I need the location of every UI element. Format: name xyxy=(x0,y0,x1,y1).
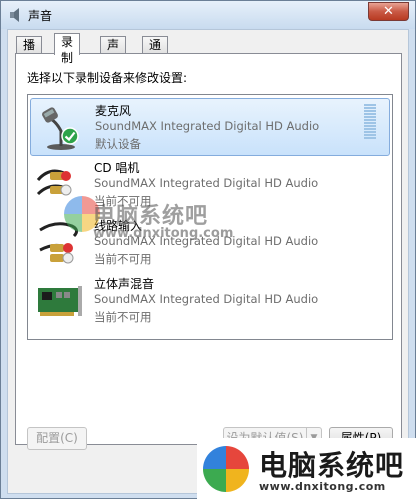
device-description: SoundMAX Integrated Digital HD Audio xyxy=(94,292,319,306)
brand-url: www.dnxitong.com xyxy=(259,480,386,493)
brand-text: 电脑系统吧 xyxy=(259,449,405,482)
device-status: 当前不可用 xyxy=(94,310,152,324)
close-button[interactable]: ✕ xyxy=(368,2,409,21)
device-item-microphone[interactable]: 麦克风 SoundMAX Integrated Digital HD Audio… xyxy=(30,98,390,156)
dialog-client: 播放 录制 声音 通信 选择以下录制设备来修改设置: xyxy=(7,29,409,494)
default-check-icon xyxy=(61,127,79,145)
device-name: 立体声混音 xyxy=(94,277,155,291)
title-bar[interactable]: 声音 ✕ xyxy=(1,1,415,29)
sound-dialog: 声音 ✕ 播放 录制 声音 通信 选择以下录制设备来修改设置: xyxy=(0,0,416,499)
device-status: 当前不可用 xyxy=(94,252,152,266)
device-description: SoundMAX Integrated Digital HD Audio xyxy=(95,119,320,133)
device-item-stereo-mix[interactable]: 立体声混音 SoundMAX Integrated Digital HD Aud… xyxy=(30,272,390,330)
configure-button[interactable]: 配置(C) xyxy=(27,427,87,450)
tab-recording[interactable]: 录制 xyxy=(54,33,81,65)
brand-logo xyxy=(203,446,249,492)
device-name: 麦克风 xyxy=(95,104,132,118)
watermark-url: www.dnxitong.com xyxy=(93,226,234,241)
brand-watermark: 电脑系统吧 www.dnxitong.com xyxy=(197,438,416,499)
tab-sounds[interactable]: 声音 xyxy=(100,36,127,68)
device-name: CD 唱机 xyxy=(94,161,140,175)
device-description: SoundMAX Integrated Digital HD Audio xyxy=(94,176,319,190)
device-status: 默认设备 xyxy=(95,137,141,151)
tab-communications[interactable]: 通信 xyxy=(142,36,169,68)
window-title: 声音 xyxy=(28,9,53,23)
level-meter xyxy=(364,104,376,140)
sound-card-icon xyxy=(38,286,82,316)
recording-panel: 选择以下录制设备来修改设置: 麦克风 SoundMAX Integrated D xyxy=(15,53,402,450)
tab-playback[interactable]: 播放 xyxy=(16,36,43,68)
instruction-text: 选择以下录制设备来修改设置: xyxy=(27,71,188,85)
speaker-icon xyxy=(10,8,19,22)
